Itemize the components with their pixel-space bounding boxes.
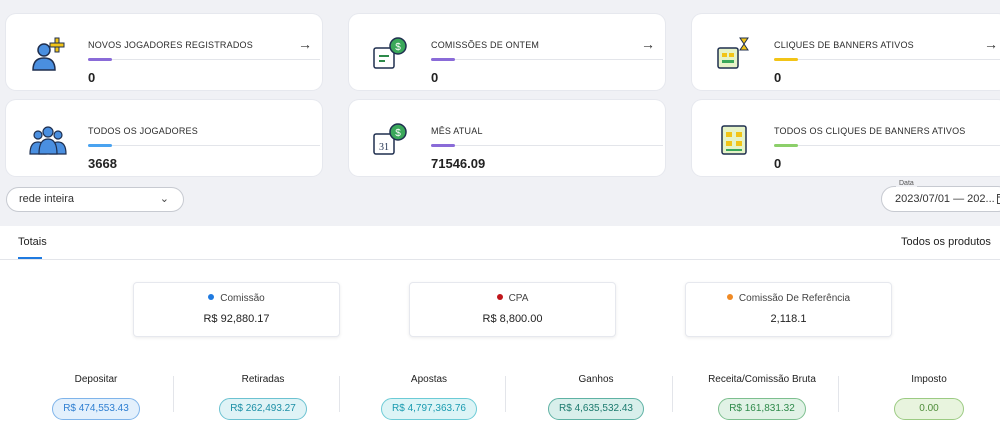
metric-winnings: Ganhos R$ 4,635,532.43 xyxy=(513,372,679,422)
card-accent xyxy=(88,144,112,147)
metric-title: Ganhos xyxy=(578,374,614,385)
legend-dot xyxy=(726,294,733,300)
products-dropdown-label: Todos os produtos xyxy=(901,236,991,248)
network-select[interactable]: rede inteira ⌄ xyxy=(6,187,184,212)
card-label: MÊS ATUAL xyxy=(431,126,483,136)
card-value: 0 xyxy=(774,70,782,85)
metric-title: Receita/Comissão Bruta xyxy=(708,374,816,385)
card-accent xyxy=(431,144,455,147)
card-accent xyxy=(431,58,455,61)
card-accent xyxy=(774,144,798,147)
svg-text:31: 31 xyxy=(379,142,389,153)
summary-card-commission: Comissão R$ 92,880.17 xyxy=(133,282,340,337)
chevron-down-icon: ⌄ xyxy=(159,193,169,205)
products-dropdown[interactable]: Todos os produtos xyxy=(901,236,1000,248)
summary-value: R$ 8,800.00 xyxy=(482,313,543,325)
arrow-right-icon[interactable]: → xyxy=(298,36,312,52)
summary-title: Comissão xyxy=(220,293,265,304)
banner-clicks-icon xyxy=(717,37,749,69)
card-accent xyxy=(88,58,112,61)
user-add-icon xyxy=(32,37,65,71)
summary-card-cpa: CPA R$ 8,800.00 xyxy=(409,282,616,337)
metric-title: Depositar xyxy=(74,374,118,385)
metric-tax: Imposto 0.00 xyxy=(846,372,1000,422)
summary-title: Comissão De Referência xyxy=(738,293,851,304)
summary-value: R$ 92,880.17 xyxy=(203,313,270,325)
banners-all-icon xyxy=(721,125,747,155)
metric-withdrawals: Retiradas R$ 262,493.27 xyxy=(180,372,346,422)
active-tab-indicator xyxy=(18,257,42,259)
legend-dot xyxy=(496,294,503,300)
metric-value-pill: R$ 4,797,363.76 xyxy=(381,398,477,420)
card-label: TODOS OS JOGADORES xyxy=(88,126,198,136)
metric-value-pill: R$ 161,831.32 xyxy=(718,398,806,420)
stat-card-all-players[interactable]: TODOS OS JOGADORES 3668 xyxy=(6,100,322,176)
summary-card-referral-commission: Comissão De Referência 2,118.1 xyxy=(685,282,892,337)
date-label: Data xyxy=(896,180,917,187)
metric-value-pill: 0.00 xyxy=(894,398,964,420)
svg-text:$: $ xyxy=(395,128,401,139)
card-value: 0 xyxy=(88,70,96,85)
date-range-picker[interactable]: Data 2023/07/01 — 202... xyxy=(881,180,1000,212)
card-value: 0 xyxy=(431,70,439,85)
stat-card-active-banner-clicks[interactable]: CLIQUES DE BANNERS ATIVOS → 0 xyxy=(692,14,1000,90)
metric-value-pill: R$ 4,635,532.43 xyxy=(548,398,644,420)
stat-card-yesterday-commissions[interactable]: $ COMISSÕES DE ONTEM → 0 xyxy=(349,14,665,90)
stat-card-current-month[interactable]: 31 $ MÊS ATUAL 71546.09 xyxy=(349,100,665,176)
calendar-money-icon: $ xyxy=(373,37,407,69)
arrow-right-icon[interactable]: → xyxy=(984,36,998,52)
users-group-icon xyxy=(29,126,67,155)
metric-title: Retiradas xyxy=(241,374,285,385)
metric-deposits: Depositar R$ 474,553.43 xyxy=(13,372,179,422)
tab-bar: Totais Todos os produtos xyxy=(0,226,1000,260)
summary-value: 2,118.1 xyxy=(770,313,807,325)
card-value: 3668 xyxy=(88,156,117,171)
calendar-31-money-icon: 31 $ xyxy=(373,123,407,155)
card-label: NOVOS JOGADORES REGISTRADOS xyxy=(88,40,253,50)
tab-totais[interactable]: Totais xyxy=(18,236,47,248)
metric-value-pill: R$ 474,553.43 xyxy=(52,398,140,420)
card-label: COMISSÕES DE ONTEM xyxy=(431,40,540,50)
metric-title: Imposto xyxy=(911,374,947,385)
metric-value-pill: R$ 262,493.27 xyxy=(219,398,307,420)
legend-dot xyxy=(208,294,215,300)
date-value: 2023/07/01 — 202... xyxy=(895,193,995,205)
card-label: TODOS OS CLIQUES DE BANNERS ATIVOS xyxy=(774,126,966,136)
card-label: CLIQUES DE BANNERS ATIVOS xyxy=(774,40,914,50)
card-value: 0 xyxy=(774,156,782,171)
card-value: 71546.09 xyxy=(431,156,486,171)
network-select-value: rede inteira xyxy=(19,193,75,205)
stat-card-all-banner-clicks[interactable]: TODOS OS CLIQUES DE BANNERS ATIVOS 0 xyxy=(692,100,1000,176)
metric-gross-revenue: Receita/Comissão Bruta R$ 161,831.32 xyxy=(679,372,845,422)
metric-title: Apostas xyxy=(410,374,448,385)
summary-title: CPA xyxy=(508,293,529,304)
metric-bets: Apostas R$ 4,797,363.76 xyxy=(346,372,512,422)
totals-panel: Totais Todos os produtos Comissão R$ 92,… xyxy=(0,226,1000,440)
arrow-right-icon[interactable]: → xyxy=(641,36,655,52)
card-accent xyxy=(774,58,798,61)
stat-card-new-players[interactable]: NOVOS JOGADORES REGISTRADOS → 0 xyxy=(6,14,322,90)
svg-text:$: $ xyxy=(395,42,401,53)
